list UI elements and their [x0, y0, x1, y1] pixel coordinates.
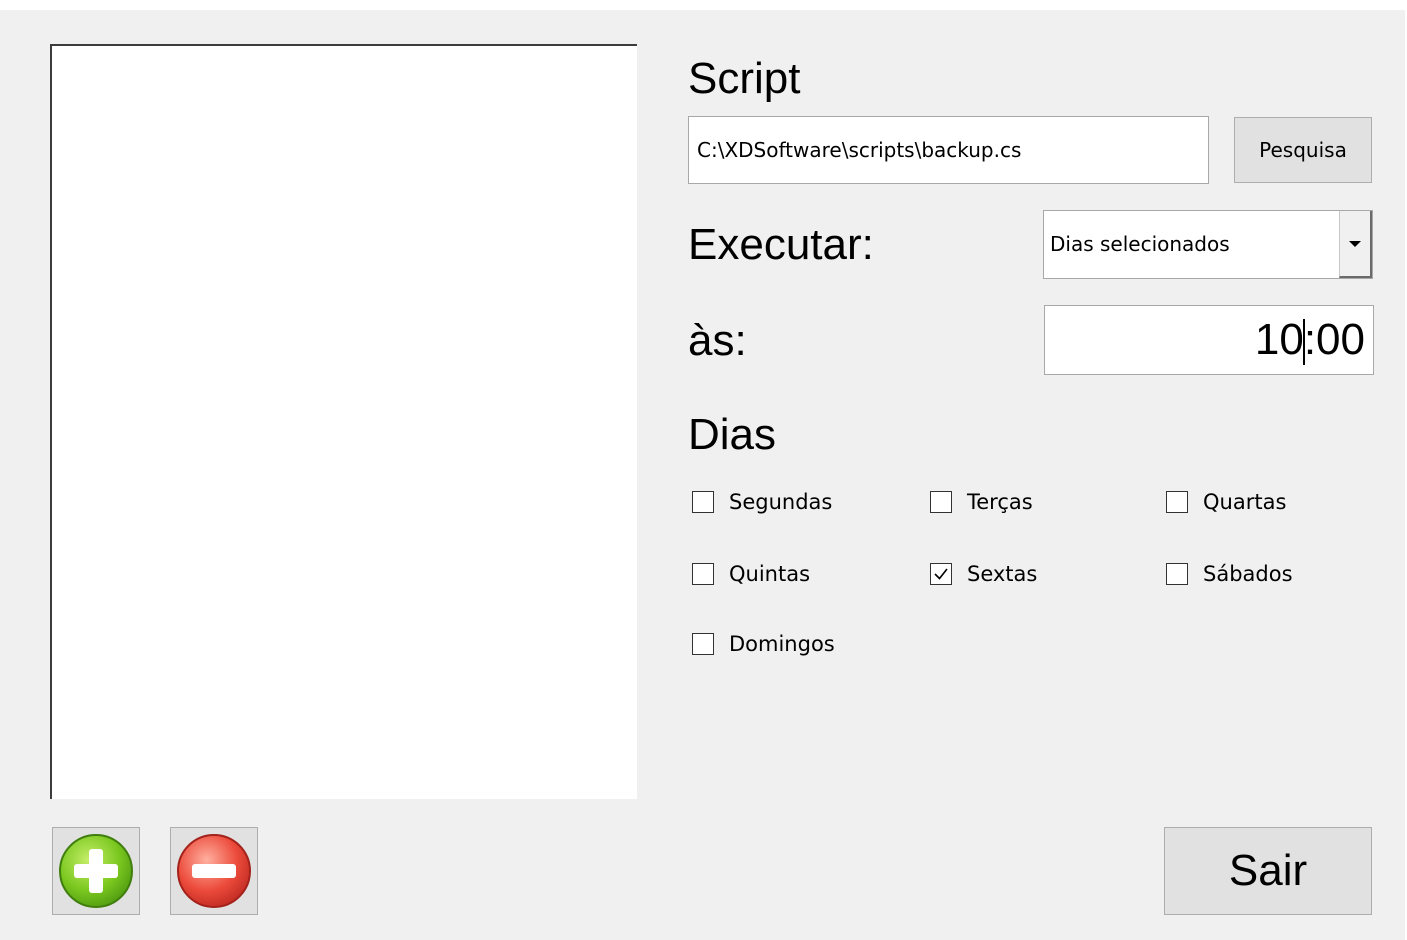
checkbox-tercas[interactable]: Terças — [930, 490, 1033, 514]
checkbox-label: Sextas — [967, 562, 1038, 586]
checkbox-box[interactable] — [692, 563, 714, 585]
checkbox-label: Quartas — [1203, 490, 1287, 514]
remove-button[interactable] — [170, 827, 258, 915]
window: Script C:\XDSoftware\scripts\backup.cs P… — [0, 10, 1405, 940]
exit-button[interactable]: Sair — [1164, 827, 1372, 915]
checkbox-box[interactable] — [930, 491, 952, 513]
checkbox-box[interactable] — [692, 491, 714, 513]
add-button[interactable] — [52, 827, 140, 915]
checkbox-sabados[interactable]: Sábados — [1166, 562, 1293, 586]
checkbox-box[interactable] — [692, 633, 714, 655]
script-path-input[interactable]: C:\XDSoftware\scripts\backup.cs — [688, 116, 1209, 184]
execute-select[interactable]: Dias selecionados — [1043, 210, 1373, 279]
checkbox-box[interactable] — [1166, 491, 1188, 513]
checkbox-label: Terças — [967, 490, 1033, 514]
schedule-list[interactable] — [50, 44, 637, 799]
time-value-hours: 10 — [1254, 315, 1304, 364]
execute-label: Executar: — [688, 220, 874, 269]
add-circle-icon — [59, 834, 133, 908]
checkbox-label: Domingos — [729, 632, 835, 656]
execute-select-value: Dias selecionados — [1050, 232, 1230, 256]
dropdown-button[interactable] — [1339, 211, 1372, 278]
checkbox-segundas[interactable]: Segundas — [692, 490, 832, 514]
checkbox-domingos[interactable]: Domingos — [692, 632, 835, 656]
script-label: Script — [688, 54, 801, 103]
days-label: Dias — [688, 410, 777, 459]
time-value-minutes: :00 — [1303, 315, 1365, 364]
checkbox-box[interactable] — [930, 563, 952, 585]
time-input[interactable]: 10:00 — [1044, 305, 1374, 375]
chevron-down-icon — [1349, 240, 1361, 247]
time-label: às: — [688, 316, 747, 365]
remove-circle-icon — [177, 834, 251, 908]
checkmark-icon — [934, 568, 948, 580]
browse-button[interactable]: Pesquisa — [1234, 117, 1372, 183]
checkbox-label: Quintas — [729, 562, 811, 586]
checkbox-label: Sábados — [1203, 562, 1293, 586]
checkbox-box[interactable] — [1166, 563, 1188, 585]
checkbox-quintas[interactable]: Quintas — [692, 562, 810, 586]
checkbox-quartas[interactable]: Quartas — [1166, 490, 1286, 514]
checkbox-sextas[interactable]: Sextas — [930, 562, 1037, 586]
checkbox-label: Segundas — [729, 490, 833, 514]
